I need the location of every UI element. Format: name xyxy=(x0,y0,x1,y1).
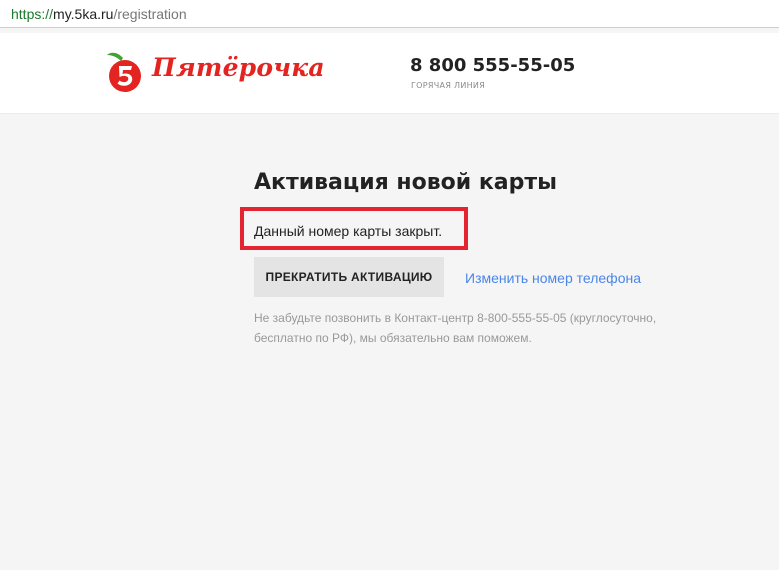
url-path: /registration xyxy=(113,6,187,22)
stop-activation-button[interactable]: ПРЕКРАТИТЬ АКТИВАЦИЮ xyxy=(254,257,444,297)
url-host: my.5ka.ru xyxy=(53,6,114,22)
address-bar[interactable]: https://my.5ka.ru/registration xyxy=(0,0,779,28)
contact-center-info: Не забудьте позвонить в Контакт-центр 8-… xyxy=(254,311,657,345)
url-scheme: https:// xyxy=(11,6,54,22)
page-title: Активация новой карты xyxy=(254,170,557,195)
brand-name: Пятёрочка xyxy=(152,53,325,82)
hotline-label: ГОРЯЧАЯ ЛИНИЯ xyxy=(411,81,486,90)
change-phone-link[interactable]: Изменить номер телефона xyxy=(465,270,641,286)
site-header: Пятёрочка 8 800 555-55-05 ГОРЯЧАЯ ЛИНИЯ xyxy=(0,33,779,114)
card-closed-message: Данный номер карты закрыт. xyxy=(254,223,443,239)
hotline-phone: 8 800 555-55-05 xyxy=(410,55,576,76)
pyaterochka-logo-icon[interactable] xyxy=(104,49,146,93)
